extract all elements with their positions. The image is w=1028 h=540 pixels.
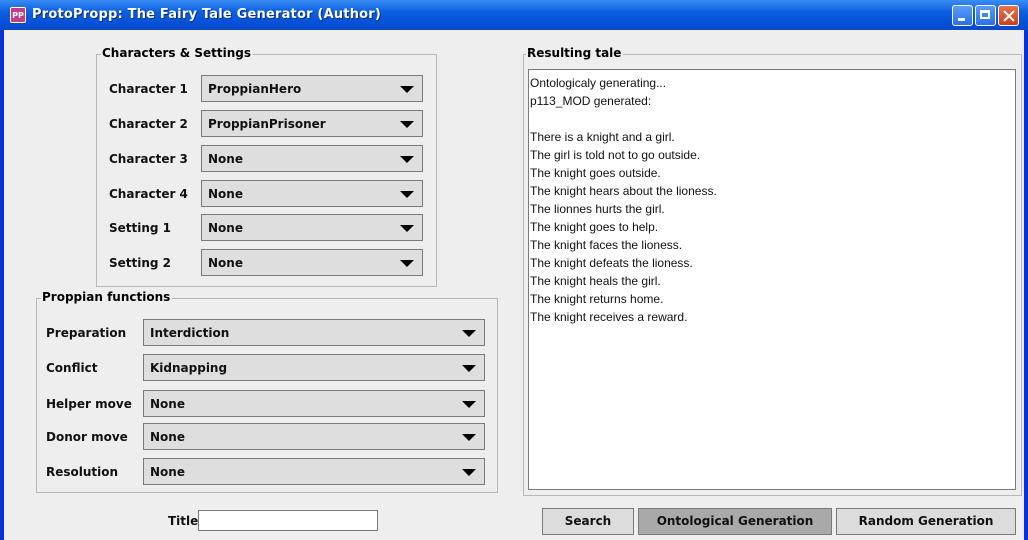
close-button[interactable] <box>998 5 1019 26</box>
character-1-value: ProppianHero <box>208 82 302 96</box>
title-input[interactable] <box>198 510 378 531</box>
character-1-select[interactable]: ProppianHero <box>201 75 423 102</box>
chevron-down-icon <box>462 434 476 441</box>
setting-1-select[interactable]: None <box>201 214 423 241</box>
character-4-value: None <box>208 187 243 201</box>
app-window: PP ProtoPropp: The Fairy Tale Generator … <box>0 0 1028 540</box>
donor-move-label: Donor move <box>46 430 128 444</box>
setting-2-value: None <box>208 256 243 270</box>
minimize-button[interactable] <box>952 5 973 26</box>
search-button[interactable]: Search <box>542 508 634 535</box>
preparation-value: Interdiction <box>150 326 230 340</box>
tale-line <box>530 110 1015 128</box>
preparation-label: Preparation <box>46 326 127 340</box>
tale-line: The knight defeats the lioness. <box>530 256 693 270</box>
resolution-select[interactable]: None <box>143 458 485 485</box>
character-2-select[interactable]: ProppianPrisoner <box>201 110 423 137</box>
donor-move-value: None <box>150 430 185 444</box>
chevron-down-icon <box>400 121 414 128</box>
helper-move-select[interactable]: None <box>143 390 485 417</box>
tale-line: The girl is told not to go outside. <box>530 148 701 162</box>
chevron-down-icon <box>400 191 414 198</box>
window-title: ProtoPropp: The Fairy Tale Generator (Au… <box>32 7 382 22</box>
chevron-down-icon <box>400 156 414 163</box>
conflict-label: Conflict <box>46 361 98 375</box>
proppian-functions-title: Proppian functions <box>41 290 173 304</box>
character-2-label: Character 2 <box>109 117 188 131</box>
tale-line: The knight goes outside. <box>530 166 661 180</box>
tale-line: The knight heals the girl. <box>530 274 661 288</box>
chevron-down-icon <box>400 260 414 267</box>
tale-line: Ontologicaly generating... <box>530 76 667 90</box>
tale-line: The knight receives a reward. <box>530 310 688 324</box>
chevron-down-icon <box>400 225 414 232</box>
title-bar[interactable]: PP ProtoPropp: The Fairy Tale Generator … <box>0 0 1028 30</box>
setting-1-label: Setting 1 <box>109 221 172 235</box>
chevron-down-icon <box>400 86 414 93</box>
resulting-tale-title: Resulting tale <box>526 46 624 60</box>
chevron-down-icon <box>462 330 476 337</box>
chevron-down-icon <box>462 365 476 372</box>
setting-2-label: Setting 2 <box>109 256 172 270</box>
character-3-select[interactable]: None <box>201 145 423 172</box>
ontological-generation-button[interactable]: Ontological Generation <box>638 508 832 535</box>
conflict-value: Kidnapping <box>150 361 228 375</box>
tale-line: The knight hears about the lioness. <box>530 184 717 198</box>
setting-2-select[interactable]: None <box>201 249 423 276</box>
tale-line: p113_MOD generated: <box>530 94 652 108</box>
app-icon: PP <box>10 7 26 23</box>
character-4-label: Character 4 <box>109 187 188 201</box>
tale-line: There is a knight and a girl. <box>530 130 675 144</box>
random-generation-button[interactable]: Random Generation <box>836 508 1016 535</box>
maximize-button[interactable] <box>975 5 996 26</box>
helper-move-value: None <box>150 397 185 411</box>
tale-line: The knight returns home. <box>530 292 664 306</box>
tale-line: The lionnes hurts the girl. <box>530 202 665 216</box>
character-1-label: Character 1 <box>109 82 188 96</box>
chevron-down-icon <box>462 401 476 408</box>
character-3-value: None <box>208 152 243 166</box>
tale-textarea[interactable]: Ontologicaly generating... p113_MOD gene… <box>528 69 1016 490</box>
tale-line: The knight faces the lioness. <box>530 238 683 252</box>
character-4-select[interactable]: None <box>201 180 423 207</box>
resolution-value: None <box>150 465 185 479</box>
setting-1-value: None <box>208 221 243 235</box>
chevron-down-icon <box>462 469 476 476</box>
characters-settings-title: Characters & Settings <box>101 46 253 60</box>
helper-move-label: Helper move <box>46 397 132 411</box>
character-3-label: Character 3 <box>109 152 188 166</box>
preparation-select[interactable]: Interdiction <box>143 319 485 346</box>
resolution-label: Resolution <box>46 465 119 479</box>
donor-move-select[interactable]: None <box>143 423 485 450</box>
title-label: Title <box>168 514 199 528</box>
conflict-select[interactable]: Kidnapping <box>143 354 485 381</box>
character-2-value: ProppianPrisoner <box>208 117 326 131</box>
tale-line: The knight goes to help. <box>530 220 659 234</box>
